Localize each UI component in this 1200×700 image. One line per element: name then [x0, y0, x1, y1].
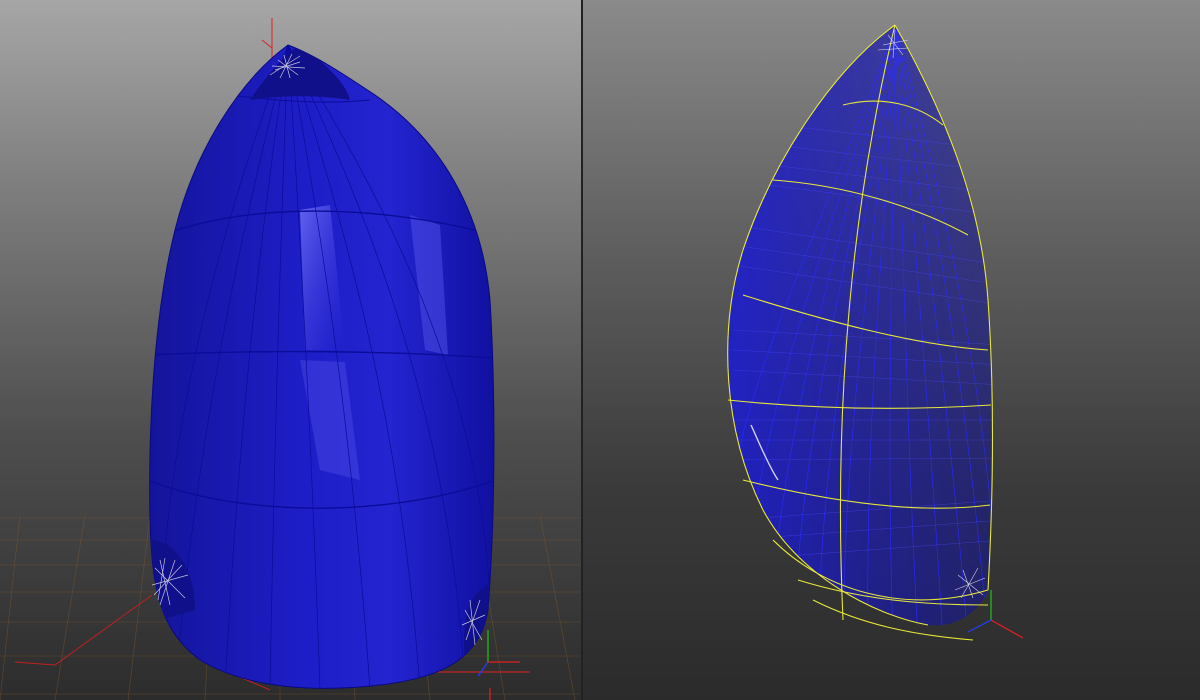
axis-gizmo-left	[477, 630, 520, 700]
shaded-scene	[0, 18, 581, 700]
wireframe-scene	[727, 24, 1024, 641]
viewport-shaded[interactable]	[0, 0, 581, 700]
viewport-wireframe[interactable]	[583, 0, 1200, 700]
cad-workspace	[0, 0, 1200, 700]
sail-body-wireframe	[727, 25, 993, 626]
